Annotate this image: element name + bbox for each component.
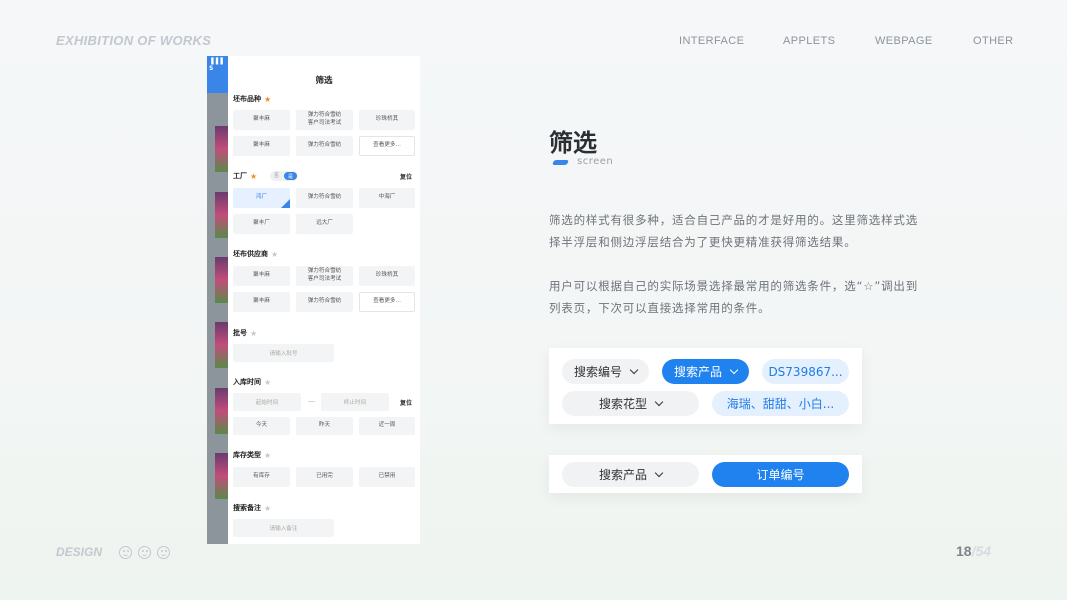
- section-heading: 筛选: [549, 129, 597, 157]
- view-more-button[interactable]: 查看更多...: [359, 292, 415, 312]
- section-label: 坯布品种: [233, 95, 261, 103]
- section-label: 批号: [233, 329, 247, 337]
- filter-chip[interactable]: 弹力符合雪纺 客户司法考试: [296, 266, 353, 286]
- toggle-off-label: 否: [274, 173, 280, 179]
- section-batch-label: 批号 ★: [233, 328, 257, 338]
- product-thumbnail: [215, 453, 228, 499]
- filter-bar-card: 搜索编号 搜索产品 DS739867... 搜索花型 海瑞、甜甜、小白...: [549, 348, 862, 424]
- filter-chip[interactable]: 已用完: [296, 467, 353, 487]
- filter-chip[interactable]: 弹力符合雪纺: [296, 292, 353, 312]
- filter-chip[interactable]: 远大厂: [296, 214, 353, 234]
- nav-interface[interactable]: INTERFACE: [679, 35, 744, 47]
- page-total: /54: [971, 543, 992, 559]
- filter-chip[interactable]: 聚丰麻: [233, 110, 290, 130]
- search-pattern-dropdown[interactable]: 搜索花型: [562, 391, 699, 416]
- filter-side-panel: 筛选 坯布品种 ★ 聚丰麻 弹力符合雪纺 客户司法考试 珍珠桥其 聚丰麻 弹力符合…: [228, 56, 420, 544]
- smile-face-icon: [157, 546, 170, 559]
- chevron-down-icon: [654, 468, 664, 477]
- section-label: 入库时间: [233, 378, 261, 386]
- reset-button[interactable]: 复位: [400, 398, 412, 407]
- filter-chip[interactable]: 弹力符合雪纺 客户司法考试: [296, 110, 353, 130]
- nav-applets[interactable]: APPLETS: [783, 35, 835, 47]
- product-thumbnail: [215, 192, 228, 238]
- dropdown-label: 搜索花型: [598, 397, 647, 411]
- start-time-input[interactable]: 起始时间: [233, 393, 301, 411]
- product-thumbnail: [215, 322, 228, 368]
- description-paragraph: 筛选的样式有很多种，适合自己产品的才是好用的。这里筛选样式选择半浮层和侧边浮层结…: [549, 213, 918, 249]
- search-value-chip[interactable]: DS739867...: [762, 359, 849, 384]
- section-label: 工厂: [233, 172, 247, 180]
- multi-select-toggle[interactable]: 否 是: [270, 171, 298, 181]
- section-label: 库存类型: [233, 451, 261, 459]
- section-label: 坯布供应商: [233, 250, 268, 258]
- filter-chip[interactable]: 昨天: [296, 417, 353, 435]
- dropdown-label: 搜索编号: [573, 365, 622, 379]
- filter-chip[interactable]: 聚丰麻: [233, 292, 290, 312]
- filter-chip[interactable]: 弹力符合雪纺: [296, 136, 353, 156]
- star-inactive-icon[interactable]: ★: [264, 378, 271, 387]
- range-separator: —: [308, 397, 315, 405]
- page-counter: 18/54: [956, 543, 991, 559]
- accent-dash: [551, 160, 570, 165]
- section-time-label: 入库时间 ★: [233, 377, 271, 387]
- filter-chip[interactable]: 聚丰麻: [233, 266, 290, 286]
- filter-chip[interactable]: 弹力符合雪纺: [296, 188, 353, 208]
- panel-title: 筛选: [315, 76, 333, 86]
- filter-chip[interactable]: 珍珠桥其: [359, 266, 415, 286]
- filter-chip[interactable]: 聚丰麻: [233, 136, 290, 156]
- search-number-dropdown[interactable]: 搜索编号: [562, 359, 649, 384]
- star-inactive-icon[interactable]: ★: [250, 329, 257, 338]
- search-product-dropdown[interactable]: 搜索产品: [662, 359, 749, 384]
- pattern-value-chip[interactable]: 海瑞、甜甜、小白...: [712, 391, 849, 416]
- filter-chip[interactable]: 近一周: [359, 417, 415, 435]
- signal-icon: ▐▐▐ S: [209, 58, 223, 72]
- reset-button[interactable]: 复位: [400, 172, 412, 181]
- remark-input[interactable]: 请输入备注: [233, 519, 334, 537]
- star-inactive-icon[interactable]: ★: [264, 451, 271, 460]
- section-fabric-label: 坯布品种 ★: [233, 94, 271, 104]
- star-active-icon[interactable]: ★: [264, 95, 271, 104]
- star-inactive-icon[interactable]: ★: [271, 250, 278, 259]
- toggle-on-label: 是: [284, 172, 297, 180]
- phone-status-bar: ▐▐▐ S: [207, 56, 228, 93]
- star-inactive-icon[interactable]: ★: [264, 504, 271, 513]
- section-supplier-label: 坯布供应商 ★: [233, 249, 278, 259]
- nav-other[interactable]: OTHER: [973, 35, 1014, 47]
- product-thumbnail: [215, 257, 228, 303]
- filter-chip[interactable]: 已禁用: [359, 467, 415, 487]
- view-more-button[interactable]: 查看更多...: [359, 136, 415, 156]
- dropdown-label: 搜索产品: [673, 365, 722, 379]
- page-current: 18: [956, 543, 972, 559]
- filter-chip[interactable]: 珍珠桥其: [359, 110, 415, 130]
- chevron-down-icon: [654, 397, 664, 406]
- description-paragraph: 用户可以根据自己的实际场景选择最常用的筛选条件，选“☆”调出到列表页，下次可以直…: [549, 279, 919, 315]
- brand-title: EXHIBITION OF WORKS: [56, 33, 212, 48]
- filter-chip-selected[interactable]: 鸿厂: [233, 188, 290, 208]
- product-thumbnail: [215, 388, 228, 434]
- section-remark-label: 搜索备注 ★: [233, 503, 271, 513]
- filter-chip[interactable]: 有库存: [233, 467, 290, 487]
- batch-input[interactable]: 请输入批号: [233, 344, 334, 362]
- star-active-icon[interactable]: ★: [250, 172, 257, 181]
- smile-face-icon: [138, 546, 151, 559]
- order-number-button[interactable]: 订单编号: [712, 462, 849, 487]
- section-subtitle: screen: [577, 156, 614, 167]
- filter-chip[interactable]: 聚丰厂: [233, 214, 290, 234]
- section-label: 搜索备注: [233, 504, 261, 512]
- filter-chip[interactable]: 今天: [233, 417, 290, 435]
- nav-webpage[interactable]: WEBPAGE: [875, 35, 933, 47]
- chevron-down-icon: [729, 365, 739, 374]
- smile-face-icon: [119, 546, 132, 559]
- filter-bar-card: 搜索产品 订单编号: [549, 455, 862, 493]
- phone-list-background: ▐▐▐ S: [207, 56, 228, 544]
- dropdown-label: 搜索产品: [598, 468, 647, 482]
- chevron-down-icon: [629, 365, 639, 374]
- footer-design-label: DESIGN: [56, 545, 103, 559]
- section-stock-label: 库存类型 ★: [233, 450, 271, 460]
- product-thumbnail: [215, 126, 228, 172]
- end-time-input[interactable]: 终止时间: [321, 393, 389, 411]
- search-product-dropdown[interactable]: 搜索产品: [562, 462, 699, 487]
- filter-chip[interactable]: 中海厂: [359, 188, 415, 208]
- section-factory-label: 工厂 ★: [233, 171, 257, 181]
